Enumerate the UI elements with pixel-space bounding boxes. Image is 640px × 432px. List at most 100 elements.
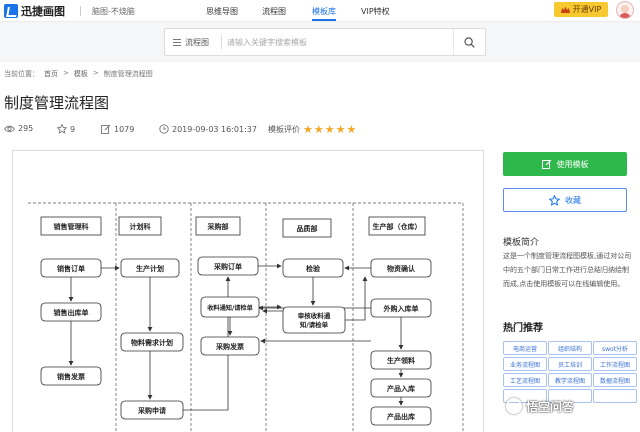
lane-header-label: 计划科: [130, 222, 151, 231]
lane-header-label: 采购部: [207, 222, 229, 231]
flowchart-node-label: 审核收料通: [298, 311, 331, 320]
search-category-select[interactable]: 流程图: [165, 29, 221, 55]
hot-tag[interactable]: 电商运营: [503, 341, 547, 355]
breadcrumb-templates[interactable]: 模板: [74, 69, 88, 79]
open-vip-button[interactable]: 开通VIP: [554, 2, 608, 17]
lane-header-label: 品质部: [297, 224, 318, 233]
logo-divider: [80, 6, 81, 16]
brand-name: 迅捷画图: [21, 5, 65, 18]
hot-tag[interactable]: 员工培训: [548, 357, 592, 371]
lane-header-label: 生产部（仓库）: [373, 222, 422, 231]
breadcrumb-separator: >: [92, 69, 99, 77]
rating-star-icon: ★: [324, 123, 335, 136]
watermark: 悟空问答: [506, 396, 634, 416]
edit-count-value: 1079: [114, 124, 135, 134]
search-box: 流程图: [164, 28, 486, 56]
edit-icon: [541, 159, 551, 169]
rating-label: 模板评价: [268, 125, 300, 134]
publish-date-value: 2019-09-03 16:01:37: [172, 124, 257, 134]
flowchart-node-label: 收料通知/请检单: [207, 304, 253, 312]
star-count-value: 9: [70, 124, 76, 134]
brand-logo[interactable]: 迅捷画图: [4, 3, 65, 19]
rating-stars: ★ ★ ★ ★ ★: [303, 123, 357, 136]
search-input[interactable]: [227, 33, 447, 51]
search-divider: [221, 35, 222, 49]
flowchart-node-label: 采购发票: [215, 342, 244, 351]
flowchart-diagram: 销售管理科 计划科 采购部 品质部 生产部（仓库） 销售订单销售出库单销售发票 生产计划物料…: [28, 202, 464, 432]
brand-slogan: 脑图-不烧脑: [92, 7, 135, 16]
hot-tag[interactable]: 工艺流程图: [503, 373, 547, 387]
flowchart-node-label: 外购入库单: [384, 304, 419, 313]
flowchart-node: [282, 306, 346, 334]
nav-flowchart[interactable]: 流程图: [262, 6, 286, 17]
hot-recommend-heading: 热门推荐: [503, 323, 543, 334]
flowchart-node-label: 采购申请: [137, 406, 166, 415]
use-template-label: 使用模板: [556, 159, 589, 169]
hot-tags: 电商运营 组织结构 swot分析业务流程图 员工培训 工作流程图工艺流程图 教学流程图 数据…: [503, 341, 637, 403]
flowchart-node-label: 产品入库: [387, 384, 415, 393]
breadcrumb-current: 制度管理流程图: [103, 70, 153, 78]
breadcrumb-separator: >: [63, 69, 69, 77]
favorite-button[interactable]: 收藏: [503, 188, 627, 212]
flowchart-node-label: 物料需求计划: [131, 338, 173, 347]
clock-icon: [159, 124, 169, 134]
flowchart-connector: [345, 276, 368, 321]
edit-icon: [101, 124, 111, 134]
flowchart-node-label: 检验: [306, 264, 321, 273]
nav-active-indicator: [312, 19, 336, 21]
eye-icon: [4, 125, 15, 132]
template-intro-heading: 模板简介: [503, 238, 540, 248]
edit-count: 1079: [101, 124, 134, 134]
lane-header-label: 销售管理科: [53, 222, 89, 231]
flowchart-node-label: 生产计划: [136, 264, 164, 273]
favorite-label: 收藏: [565, 195, 581, 205]
search-band: 流程图: [0, 22, 640, 62]
watermark-logo-icon: [506, 398, 522, 414]
flowchart-node-label: 生产领料: [387, 356, 415, 365]
search-category-label: 流程图: [185, 37, 209, 47]
logo-icon: [4, 4, 18, 18]
flowchart-node-label: 销售订单: [56, 264, 85, 273]
template-preview[interactable]: 销售管理科 计划科 采购部 品质部 生产部（仓库） 销售订单销售出库单销售发票 生产计划物料…: [12, 150, 484, 432]
page-title: 制度管理流程图: [4, 94, 110, 112]
breadcrumb: 当前位置： 首页 > 模板 > 制度管理流程图: [4, 69, 153, 79]
star-count[interactable]: 9: [57, 124, 75, 134]
nav-vip-privileges[interactable]: VIP特权: [361, 6, 390, 17]
star-outline-icon: [549, 194, 560, 206]
template-intro-text: 这是一个制度管理流程图模板,通过对公司中的五个部门日常工作进行总结归纳绘制而成,…: [503, 252, 632, 288]
flowchart-node-label: 物资确认: [387, 264, 416, 273]
hot-tag[interactable]: 工作流程图: [593, 357, 637, 371]
rating-star-icon: ★: [313, 123, 324, 136]
star-outline-icon: [57, 124, 67, 134]
template-rating: 模板评价 ★ ★ ★ ★ ★: [268, 124, 356, 135]
hot-tag[interactable]: 业务流程图: [503, 357, 547, 371]
view-count: 295: [4, 124, 33, 133]
breadcrumb-home[interactable]: 首页: [44, 69, 58, 79]
flowchart-node-label: 产品出库: [387, 412, 415, 421]
flowchart-node-label: 销售发票: [56, 372, 85, 381]
nav-mindmap[interactable]: 思维导图: [206, 6, 238, 17]
rating-star-icon: ★: [346, 123, 357, 136]
flowchart-node-label: 采购订单: [213, 262, 242, 271]
flowchart-node-label: 知/请检单: [300, 320, 329, 329]
search-button[interactable]: [453, 29, 485, 55]
crown-icon: [560, 6, 570, 13]
top-navigation-bar: 迅捷画图 脑图-不烧脑 思维导图 流程图 模板库 VIP特权 开通VIP: [0, 0, 640, 22]
publish-date: 2019-09-03 16:01:37: [159, 124, 257, 134]
flowchart-node-label: 销售出库单: [53, 308, 89, 317]
nav-template-library[interactable]: 模板库: [312, 6, 336, 17]
user-avatar[interactable]: [616, 1, 634, 19]
rating-star-icon: ★: [335, 123, 346, 136]
watermark-text: 悟空问答: [526, 399, 575, 414]
breadcrumb-prefix: 当前位置：: [4, 70, 39, 78]
hot-tag[interactable]: swot分析: [593, 341, 637, 355]
hot-tag[interactable]: 组织结构: [548, 341, 592, 355]
hot-tag[interactable]: 教学流程图: [548, 373, 592, 387]
hot-tag[interactable]: 数据流程图: [593, 373, 637, 387]
open-vip-label: 开通VIP: [572, 5, 602, 14]
use-template-button[interactable]: 使用模板: [503, 152, 627, 176]
view-count-value: 295: [18, 124, 34, 133]
search-icon: [464, 36, 475, 48]
rating-star-icon: ★: [303, 123, 313, 136]
menu-icon: [173, 38, 181, 46]
